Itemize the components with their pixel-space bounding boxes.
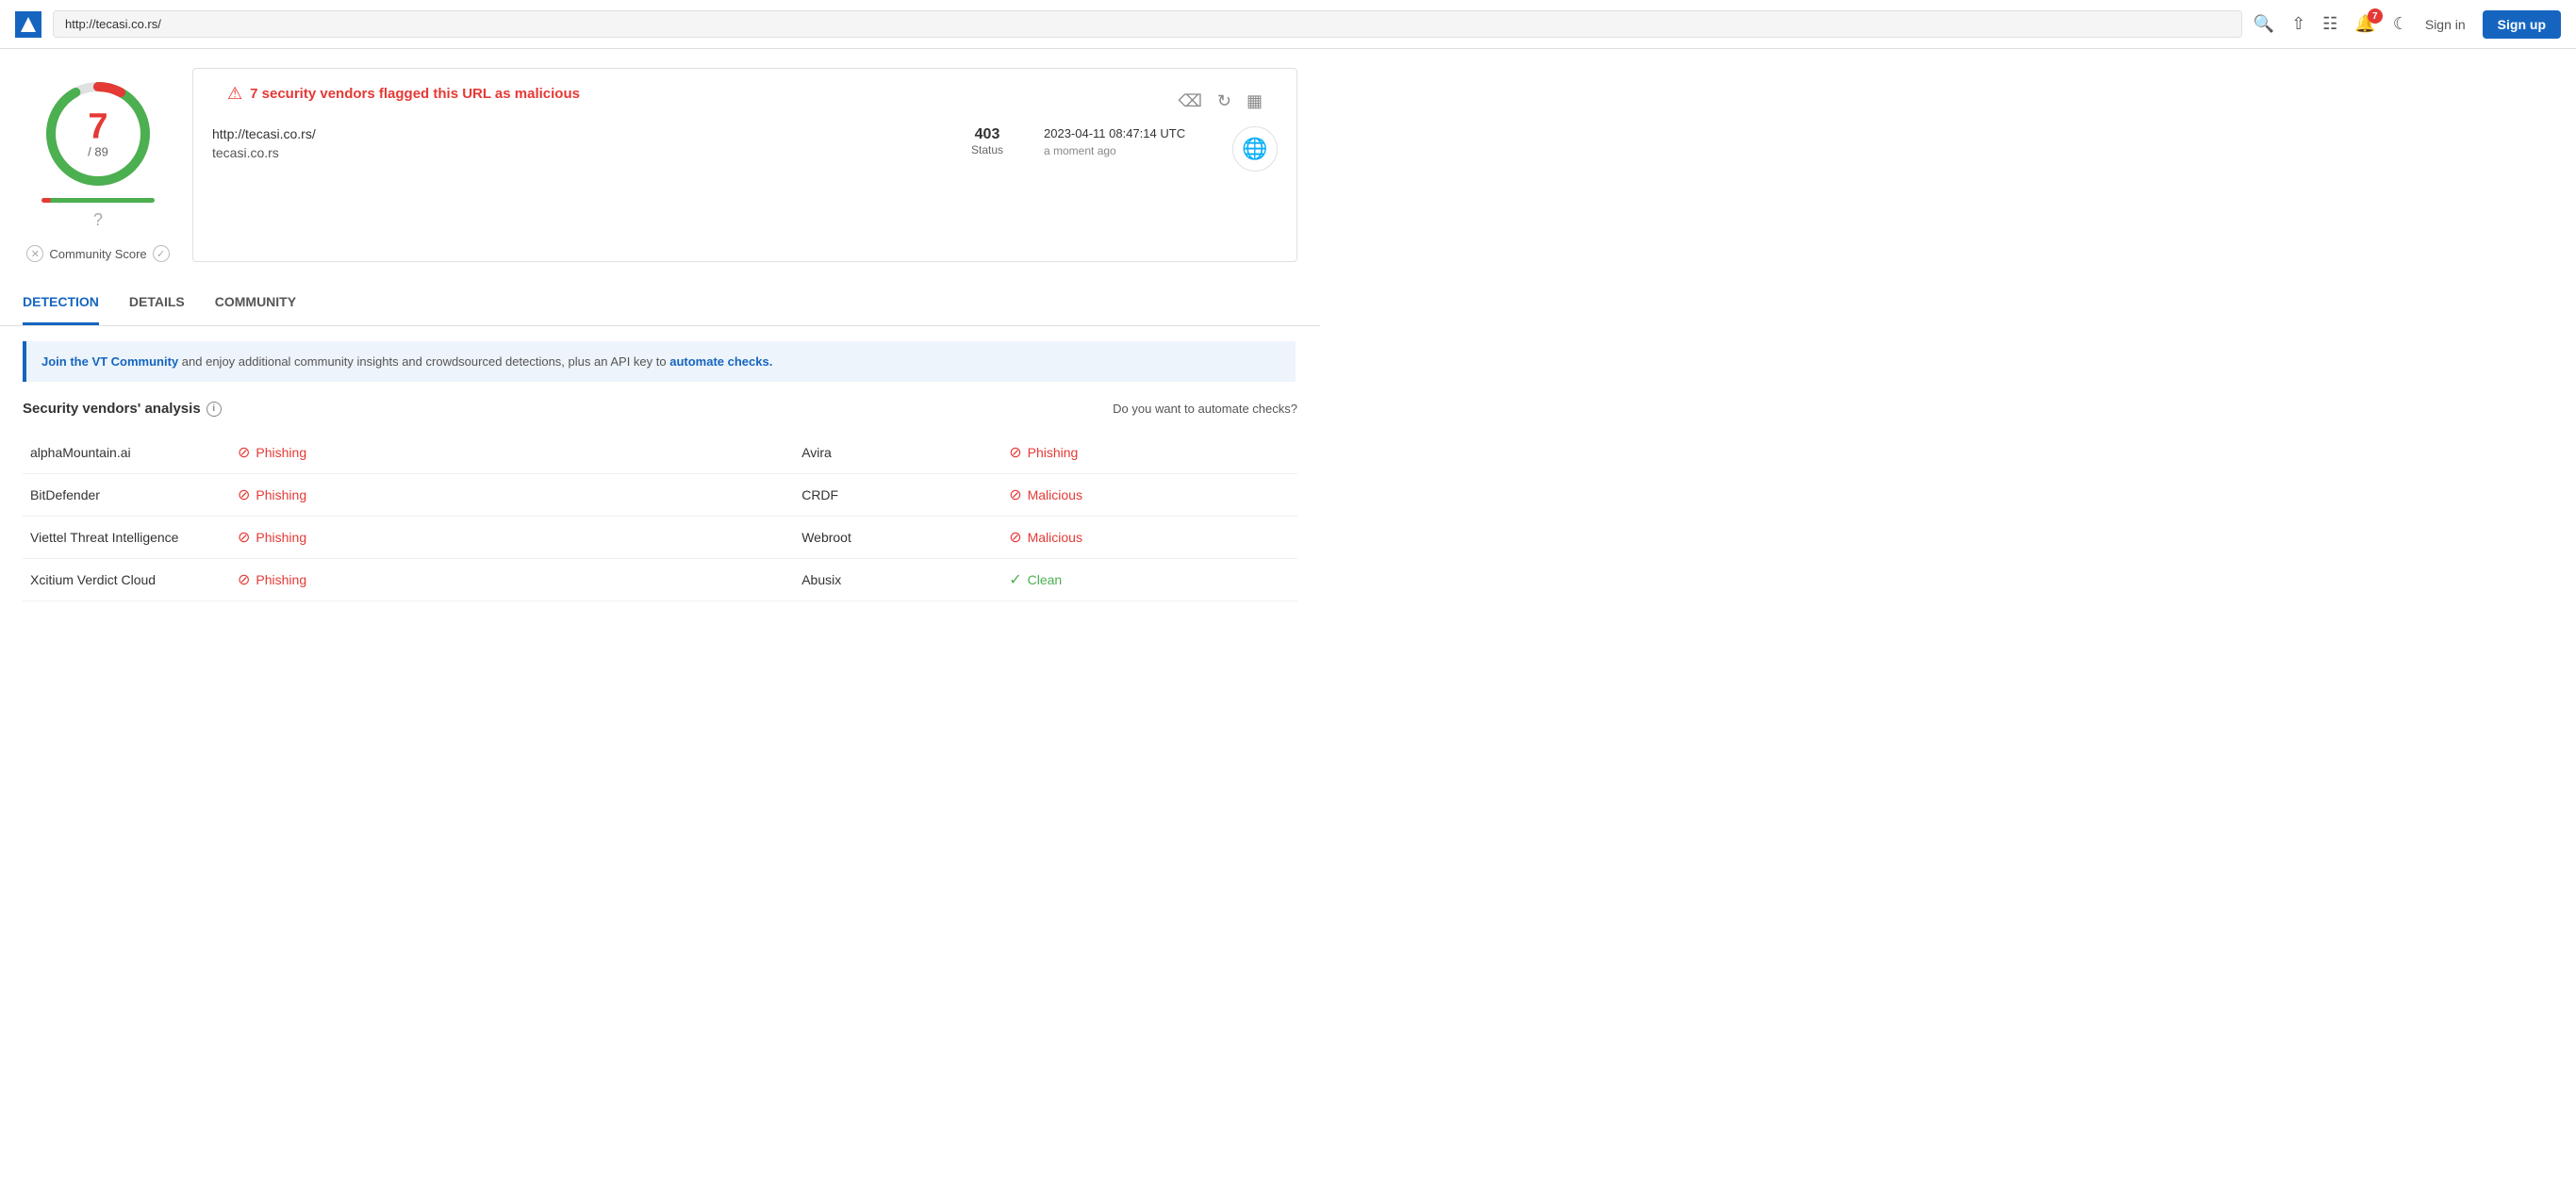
verdict-text: Clean (1028, 572, 1063, 587)
spacer (511, 474, 794, 517)
warning-icon: ⊘ (1009, 443, 1021, 462)
table-row: Viettel Threat Intelligence ⊘ Phishing Webr… (23, 517, 1297, 559)
banner-text: and enjoy additional community insights … (182, 354, 669, 369)
navbar: http://tecasi.co.rs/ 🔍 ⇧ ☷ 🔔 7 ☾ Sign in… (0, 0, 2576, 49)
navbar-actions: 🔍 ⇧ ☷ 🔔 7 ☾ Sign in Sign up (2254, 10, 2561, 39)
vendor-verdict: ⊘ Malicious (1001, 517, 1297, 559)
vendor-name: Xcitium Verdict Cloud (23, 559, 230, 601)
check-icon: ✓ (1009, 570, 1021, 589)
vendor-name: Webroot (794, 517, 1001, 559)
vendor-name: Abusix (794, 559, 1001, 601)
automate-link[interactable]: automate checks. (669, 354, 772, 369)
vendor-verdict: ⊘ Phishing (230, 559, 511, 601)
info-icon[interactable]: i (206, 402, 222, 417)
url-domain: tecasi.co.rs (212, 145, 931, 160)
globe-icon[interactable]: 🌐 (1232, 126, 1278, 172)
qr-icon[interactable]: ▦ (1247, 91, 1263, 111)
vendor-verdict: ⊘ Phishing (230, 517, 511, 559)
vendor-name: Viettel Threat Intelligence (23, 517, 230, 559)
status-block: 403 Status (949, 126, 1025, 156)
verdict-text: Malicious (1028, 530, 1082, 545)
vendors-title-text: Security vendors' analysis (23, 401, 201, 417)
score-donut: 7 / 89 (41, 77, 155, 190)
warning-icon: ⊘ (238, 485, 250, 504)
table-row: alphaMountain.ai ⊘ Phishing Avira ⊘ Phishing (23, 432, 1297, 474)
vendor-verdict: ✓ Clean (1001, 559, 1297, 601)
tabs-section: DETECTION DETAILS COMMUNITY (0, 281, 1320, 326)
question-icon: ? (93, 210, 103, 229)
url-bar[interactable]: http://tecasi.co.rs/ (53, 10, 2242, 38)
warning-icon: ⊘ (238, 570, 250, 589)
warning-icon: ⊘ (1009, 528, 1021, 547)
table-row: BitDefender ⊘ Phishing CRDF ⊘ Malicious (23, 474, 1297, 517)
warning-icon: ⊘ (1009, 485, 1021, 504)
time-utc: 2023-04-11 08:47:14 UTC (1044, 126, 1214, 140)
vendors-title: Security vendors' analysis i (23, 401, 222, 417)
community-banner: Join the VT Community and enjoy addition… (23, 341, 1296, 382)
main-content: 7 / 89 ? ✕ Community Score ✓ ⚠ 7 securit… (0, 49, 1320, 281)
verdict-text: Phishing (256, 445, 306, 460)
verdict-text: Phishing (256, 530, 306, 545)
spacer (511, 432, 794, 474)
verdict-text: Phishing (256, 487, 306, 502)
time-ago: a moment ago (1044, 144, 1214, 157)
alert-icon: ⚠ (227, 84, 242, 104)
warning-icon: ⊘ (238, 528, 250, 547)
url-info: http://tecasi.co.rs/ tecasi.co.rs 403 St… (212, 119, 1278, 172)
refresh-icon[interactable]: ↻ (1217, 91, 1231, 111)
time-block: 2023-04-11 08:47:14 UTC a moment ago (1044, 126, 1214, 157)
panel-actions: ⌫ ↻ ▦ (1178, 91, 1263, 111)
community-score-row: ✕ Community Score ✓ (26, 245, 169, 262)
tab-community[interactable]: COMMUNITY (215, 281, 296, 325)
community-score-label: Community Score (49, 247, 146, 261)
vendors-header: Security vendors' analysis i Do you want… (23, 397, 1297, 417)
vendor-name: BitDefender (23, 474, 230, 517)
notifications-badge: 7 (2368, 8, 2383, 24)
theme-icon[interactable]: ☾ (2393, 14, 2408, 34)
score-total: / 89 (88, 145, 108, 159)
upload-icon[interactable]: ⇧ (2291, 14, 2305, 34)
score-panel: 7 / 89 ? ✕ Community Score ✓ (23, 68, 173, 262)
compare-icon[interactable]: ⌫ (1178, 91, 1201, 111)
spacer (511, 517, 794, 559)
vendor-verdict: ⊘ Phishing (230, 474, 511, 517)
vendors-table: alphaMountain.ai⊘PhishingAvira⊘PhishingB… (23, 432, 1297, 601)
status-label: Status (949, 143, 1025, 156)
notifications-icon[interactable]: 🔔 7 (2354, 14, 2375, 34)
alert-row: ⚠ 7 security vendors flagged this URL as… (227, 84, 580, 104)
warning-icon: ⊘ (238, 443, 250, 462)
status-code: 403 (949, 126, 1025, 143)
score-value: 7 (88, 109, 108, 145)
url-text-block: http://tecasi.co.rs/ tecasi.co.rs (212, 126, 931, 160)
alert-bar: ⚠ 7 security vendors flagged this URL as… (212, 84, 1278, 119)
vendor-verdict: ⊘ Phishing (230, 432, 511, 474)
alert-text: 7 security vendors flagged this URL as m… (250, 86, 580, 102)
x-icon: ✕ (26, 245, 43, 262)
details-panel: ⚠ 7 security vendors flagged this URL as… (192, 68, 1297, 262)
grid-icon[interactable]: ☷ (2322, 14, 2337, 34)
search-icon[interactable]: 🔍 (2254, 14, 2274, 34)
vendor-verdict: ⊘ Malicious (1001, 474, 1297, 517)
vendor-name: Avira (794, 432, 1001, 474)
join-community-link[interactable]: Join the VT Community (41, 354, 178, 369)
score-bar (41, 198, 155, 203)
verdict-text: Phishing (1028, 445, 1079, 460)
url-main: http://tecasi.co.rs/ (212, 126, 931, 141)
spacer (511, 559, 794, 601)
tab-details[interactable]: DETAILS (129, 281, 185, 325)
signup-button[interactable]: Sign up (2483, 10, 2561, 39)
signin-link[interactable]: Sign in (2425, 17, 2466, 32)
automate-prompt: Do you want to automate checks? (1113, 402, 1297, 416)
check-icon: ✓ (153, 245, 170, 262)
vendor-name: alphaMountain.ai (23, 432, 230, 474)
vendor-name: CRDF (794, 474, 1001, 517)
table-row: Xcitium Verdict Cloud ⊘ Phishing Abusix ✓ Cle… (23, 559, 1297, 601)
vendor-verdict: ⊘ Phishing (1001, 432, 1297, 474)
verdict-text: Malicious (1028, 487, 1082, 502)
verdict-text: Phishing (256, 572, 306, 587)
score-inner: 7 / 89 (88, 109, 108, 159)
vt-logo[interactable] (15, 11, 41, 38)
vendors-section: Security vendors' analysis i Do you want… (0, 397, 1320, 601)
tab-detection[interactable]: DETECTION (23, 281, 99, 325)
